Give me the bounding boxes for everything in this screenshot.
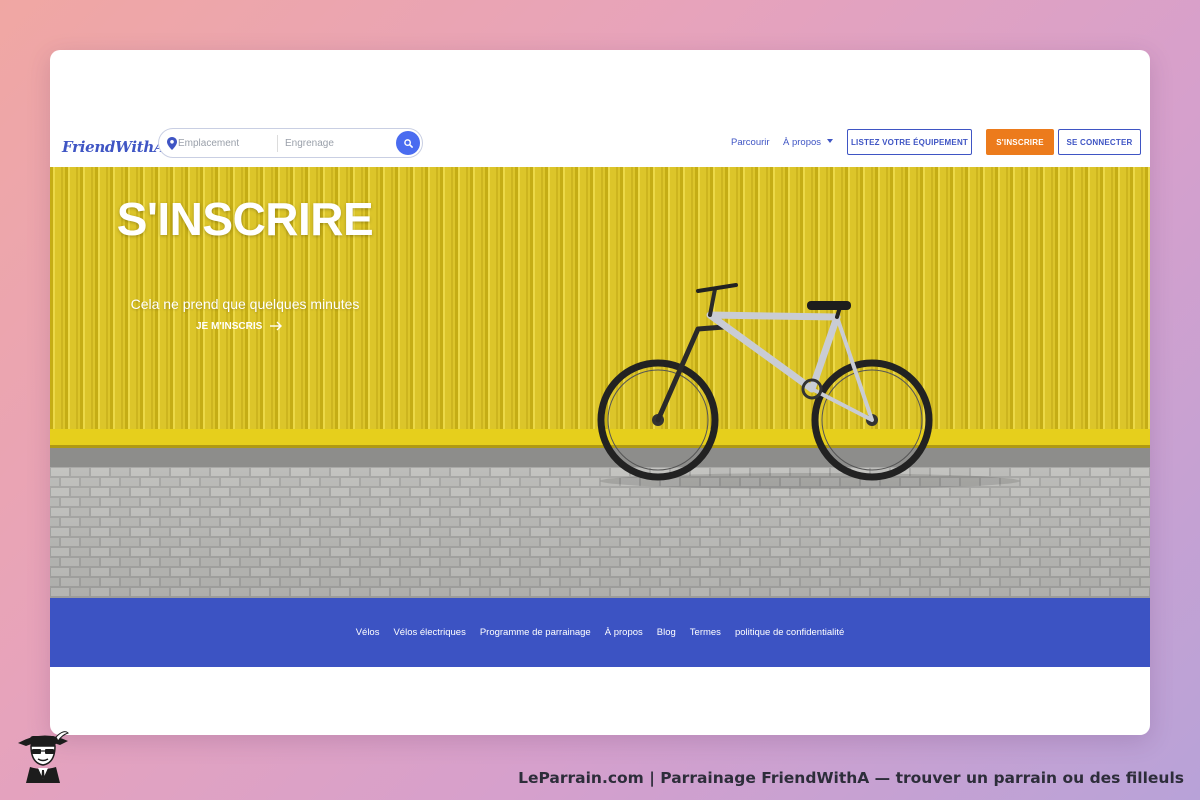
logo-text: FriendWithA [62,138,166,156]
site-header: FriendWithA... Parcourir À propos LISTEZ… [50,128,1150,166]
hero-banner: S'INSCRIRE Cela ne prend que quelques mi… [50,167,1150,598]
nav-about-label: À propos [783,137,822,148]
footer-link-referral-program[interactable]: Programme de parrainage [480,627,591,639]
caret-down-icon [827,139,834,143]
signup-button[interactable]: S'INSCRIRE [986,129,1054,155]
search-icon [403,138,413,148]
footer-link-terms[interactable]: Termes [690,627,721,639]
footer-link-blog[interactable]: Blog [657,627,676,639]
site-footer: Vélos Vélos électriques Programme de par… [50,598,1150,667]
page-card: FriendWithA... Parcourir À propos LISTEZ… [50,50,1150,735]
footer-link-about[interactable]: À propos [605,627,643,639]
search-button[interactable] [396,131,420,155]
hero-subtitle: Cela ne prend que quelques minutes [130,296,360,312]
nav-about[interactable]: À propos [783,137,834,149]
mascot-logo [18,731,69,783]
login-button[interactable]: SE CONNECTER [1058,129,1141,155]
location-pin-icon [167,137,177,150]
footer-link-ebikes[interactable]: Vélos électriques [393,627,465,639]
list-equipment-button[interactable]: LISTEZ VOTRE ÉQUIPEMENT [847,129,972,155]
search-divider [277,135,278,152]
search-bar [158,128,423,158]
footer-link-privacy[interactable]: politique de confidentialité [735,627,844,639]
watermark-caption: LeParrain.com | Parrainage FriendWithA —… [518,769,1184,787]
nav-browse[interactable]: Parcourir [731,137,770,149]
gear-input[interactable] [285,129,393,157]
hero-title: S'INSCRIRE [116,193,374,245]
footer-link-bikes[interactable]: Vélos [356,627,380,639]
location-input[interactable] [178,129,278,157]
hero-cta-label: JE M'INSCRIS [196,320,263,332]
hero-cta-link[interactable]: JE M'INSCRIS [196,319,283,333]
arrow-right-icon [270,321,283,331]
